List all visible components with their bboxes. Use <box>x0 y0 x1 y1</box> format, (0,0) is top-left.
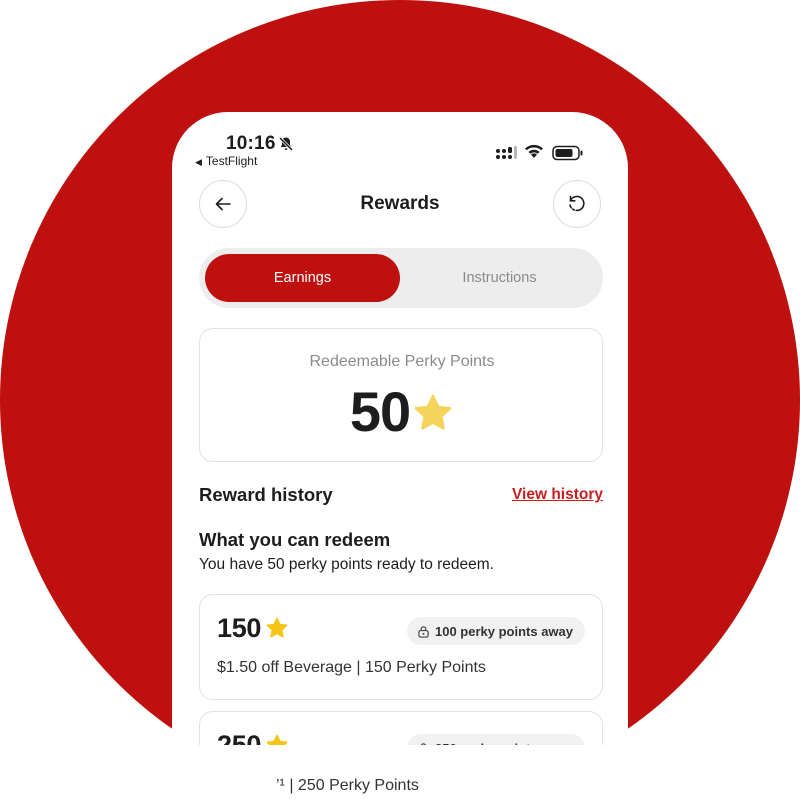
star-icon <box>266 617 288 638</box>
reward-description: ’¹ | 250 Perky Points <box>276 777 419 794</box>
signal-icon <box>496 146 517 159</box>
phone-screen: 10:16 ◀ TestFlight Rewards Earnings Inst… <box>172 112 628 800</box>
status-time: 10:16 <box>226 133 276 154</box>
reward-description: $1.50 off Beverage | 150 Perky Points <box>217 659 486 676</box>
points-away-text: 100 perky points away <box>434 623 573 639</box>
lock-icon <box>418 625 429 638</box>
back-to-app-link[interactable]: ◀ TestFlight <box>195 154 257 168</box>
reward-history-title: Reward history <box>199 484 333 505</box>
battery-icon <box>552 145 583 161</box>
redeem-subtitle: You have 50 perky points ready to redeem… <box>199 556 494 573</box>
bell-muted-icon <box>278 136 294 152</box>
tab-earnings[interactable]: Earnings <box>205 254 400 302</box>
refresh-icon <box>569 195 585 212</box>
view-history-link[interactable]: View history <box>512 486 603 504</box>
segmented-tabs: Earnings Instructions <box>199 248 603 308</box>
refresh-button[interactable] <box>553 180 601 228</box>
back-app-label: TestFlight <box>205 154 258 168</box>
reward-card[interactable]: 150 100 perky points away $1.50 off Beve… <box>199 594 603 700</box>
reward-points-value: 150 <box>217 613 262 643</box>
wifi-icon <box>525 144 543 158</box>
points-card: Redeemable Perky Points 50 <box>199 328 603 462</box>
points-value: 50 <box>349 380 411 443</box>
back-triangle-icon: ◀ <box>195 157 202 167</box>
points-label: Redeemable Perky Points <box>309 353 495 370</box>
redeem-title: What you can redeem <box>199 529 391 550</box>
tab-instructions[interactable]: Instructions <box>402 254 597 302</box>
points-away-badge: 100 perky points away <box>406 617 585 645</box>
reward-points: 150 <box>217 613 289 644</box>
points-row: 50 <box>200 379 604 444</box>
star-icon <box>414 394 452 430</box>
